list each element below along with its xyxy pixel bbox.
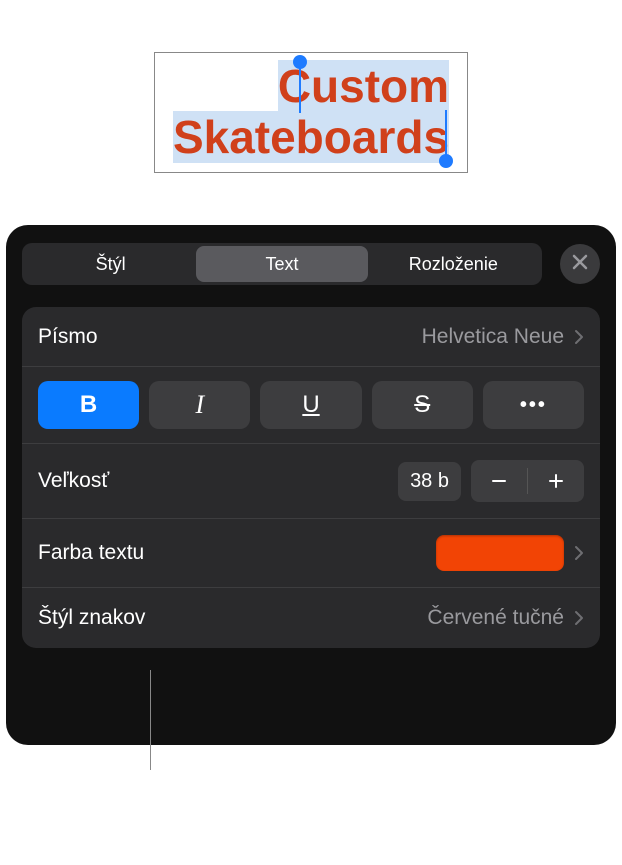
size-controls: 38 b xyxy=(398,460,584,502)
font-row[interactable]: Písmo Helvetica Neue xyxy=(22,307,600,367)
size-decrease-button[interactable] xyxy=(471,460,527,502)
close-icon xyxy=(572,254,588,275)
panel-tabs: Štýl Text Rozloženie xyxy=(22,243,542,285)
minus-icon xyxy=(490,466,508,497)
callout-line xyxy=(150,670,151,770)
selection-handle-end[interactable] xyxy=(439,154,453,168)
text-color-swatch[interactable] xyxy=(436,535,564,571)
size-increase-button[interactable] xyxy=(528,460,584,502)
underline-icon: U xyxy=(302,391,319,419)
size-label: Veľkosť xyxy=(38,469,398,493)
text-style-buttons: B I U S ••• xyxy=(22,367,600,444)
text-color-row[interactable]: Farba textu xyxy=(22,519,600,588)
chevron-right-icon xyxy=(574,610,584,626)
size-row: Veľkosť 38 b xyxy=(22,444,600,519)
chevron-right-icon xyxy=(574,545,584,561)
close-panel-button[interactable] xyxy=(560,244,600,284)
tab-style[interactable]: Štýl xyxy=(25,246,196,282)
character-style-label: Štýl znakov xyxy=(38,606,427,630)
selection-handle-start[interactable] xyxy=(293,55,307,69)
more-styles-button[interactable]: ••• xyxy=(483,381,584,429)
selected-text-box[interactable]: Custom Skateboards xyxy=(154,52,468,173)
underline-button[interactable]: U xyxy=(260,381,361,429)
italic-icon: I xyxy=(195,390,204,420)
chevron-right-icon xyxy=(574,329,584,345)
size-stepper xyxy=(471,460,584,502)
more-icon: ••• xyxy=(520,394,547,417)
text-line-2[interactable]: Skateboards xyxy=(173,111,449,163)
bold-button[interactable]: B xyxy=(38,381,139,429)
document-canvas: Custom Skateboards xyxy=(0,0,622,225)
character-style-row[interactable]: Štýl znakov Červené tučné xyxy=(22,588,600,648)
plus-icon xyxy=(547,466,565,497)
font-label: Písmo xyxy=(38,325,422,349)
bold-icon: B xyxy=(80,391,97,419)
size-value[interactable]: 38 b xyxy=(398,462,461,501)
italic-button[interactable]: I xyxy=(149,381,250,429)
text-color-label: Farba textu xyxy=(38,541,436,565)
strikethrough-icon: S xyxy=(414,391,430,419)
tab-text[interactable]: Text xyxy=(196,246,367,282)
tab-layout[interactable]: Rozloženie xyxy=(368,246,539,282)
text-format-list: Písmo Helvetica Neue B I U S ••• Veľkosť… xyxy=(22,307,600,648)
strikethrough-button[interactable]: S xyxy=(372,381,473,429)
format-panel: Štýl Text Rozloženie Písmo Helvetica Neu… xyxy=(6,225,616,745)
font-value: Helvetica Neue xyxy=(422,325,564,349)
panel-header: Štýl Text Rozloženie xyxy=(6,243,616,285)
character-style-value: Červené tučné xyxy=(427,606,564,630)
